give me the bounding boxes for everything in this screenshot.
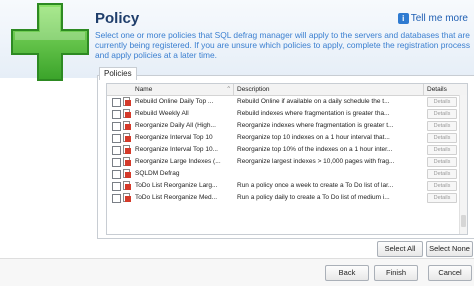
policy-name: Reorganize Interval Top 10... [135, 146, 218, 153]
table-row[interactable]: Rebuild Weekly All Rebuild indexes where … [107, 108, 467, 119]
table-row[interactable]: ToDo List Reorganize Med... Run a policy … [107, 192, 467, 203]
policy-plus-icon [11, 3, 89, 81]
policy-description: Reorganize largest indexes > 10,000 page… [237, 158, 395, 165]
table-row[interactable]: ToDo List Reorganize Larg... Run a policy… [107, 180, 467, 191]
policy-document-icon [123, 109, 131, 118]
policy-checkbox[interactable] [112, 110, 121, 119]
table-row[interactable]: Reorganize Interval Top 10... Reorganize … [107, 144, 467, 155]
grid-header: Name ⌃ Description Details [107, 84, 467, 96]
details-button[interactable]: Details [427, 181, 457, 191]
details-button[interactable]: Details [427, 133, 457, 143]
finish-button[interactable]: Finish [374, 265, 418, 281]
cancel-button[interactable]: Cancel [428, 265, 472, 281]
column-header-name[interactable]: Name [135, 84, 152, 95]
policy-checkbox[interactable] [112, 146, 121, 155]
table-row[interactable]: SQLDM Defrag Details [107, 168, 467, 179]
policies-grid: Name ⌃ Description Details Rebuild Onlin… [106, 83, 468, 235]
policy-checkbox[interactable] [112, 182, 121, 191]
policy-description: Reorganize top 10% of the indexes on a 1… [237, 146, 393, 153]
column-header-description[interactable]: Description [237, 84, 270, 95]
policy-document-icon [123, 181, 131, 190]
policy-checkbox[interactable] [112, 158, 121, 167]
policy-document-icon [123, 145, 131, 154]
table-row[interactable]: Reorganize Interval Top 10 Reorganize top… [107, 132, 467, 143]
policy-name: Reorganize Interval Top 10 [135, 134, 213, 141]
column-divider [233, 84, 234, 95]
policy-document-icon [123, 169, 131, 178]
policy-description: Rebuild Online if available on a daily s… [237, 98, 390, 105]
tell-me-more-link[interactable]: i Tell me more [397, 13, 468, 25]
details-button[interactable]: Details [427, 169, 457, 179]
details-button[interactable]: Details [427, 193, 457, 203]
policy-document-icon [123, 133, 131, 142]
policy-checkbox[interactable] [112, 98, 121, 107]
policy-checkbox[interactable] [112, 134, 121, 143]
policy-document-icon [123, 97, 131, 106]
select-none-button[interactable]: Select None [426, 241, 473, 257]
tell-me-more-label: Tell me more [410, 13, 468, 25]
back-button[interactable]: Back [325, 265, 369, 281]
table-row[interactable]: Rebuild Online Daily Top ... Rebuild Onli… [107, 96, 467, 107]
column-divider [423, 84, 424, 95]
policy-checkbox[interactable] [112, 170, 121, 179]
details-button[interactable]: Details [427, 121, 457, 131]
details-button[interactable]: Details [427, 97, 457, 107]
page-description: Select one or more policies that SQL def… [95, 30, 471, 60]
policy-name: Reorganize Large Indexes (... [135, 158, 221, 165]
policy-description: Run a policy once a week to create a To … [237, 182, 394, 189]
policy-checkbox[interactable] [112, 122, 121, 131]
select-all-button[interactable]: Select All [377, 241, 423, 257]
sort-arrow-icon: ⌃ [226, 86, 232, 93]
policy-document-icon [123, 193, 131, 202]
policy-document-icon [123, 157, 131, 166]
policy-name: Rebuild Online Daily Top ... [135, 98, 214, 105]
table-row[interactable]: Reorganize Daily All (High... Reorganize … [107, 120, 467, 131]
policy-name: Reorganize Daily All (High... [135, 122, 216, 129]
policy-description: Reorganize top 10 indexes on a 1 hour in… [237, 134, 390, 141]
policy-description: Rebuild indexes where fragmentation is g… [237, 110, 390, 117]
policy-name: ToDo List Reorganize Larg... [135, 182, 218, 189]
vertical-scrollbar[interactable] [459, 95, 467, 234]
policy-description: Reorganize indexes where fragmentation i… [237, 122, 394, 129]
details-button[interactable]: Details [427, 145, 457, 155]
policy-name: ToDo List Reorganize Med... [135, 194, 218, 201]
policy-description: Run a policy daily to create a To Do lis… [237, 194, 390, 201]
policy-document-icon [123, 121, 131, 130]
table-row[interactable]: Reorganize Large Indexes (... Reorganize … [107, 156, 467, 167]
details-button[interactable]: Details [427, 157, 457, 167]
policies-group-label: Policies [99, 67, 137, 80]
policy-checkbox[interactable] [112, 194, 121, 203]
page-title: Policy [95, 10, 140, 27]
info-icon: i [397, 13, 409, 24]
policy-name: SQLDM Defrag [135, 170, 180, 177]
column-header-details[interactable]: Details [427, 84, 447, 95]
details-button[interactable]: Details [427, 109, 457, 119]
policy-name: Rebuild Weekly All [135, 110, 189, 117]
scrollbar-thumb[interactable] [461, 215, 466, 227]
